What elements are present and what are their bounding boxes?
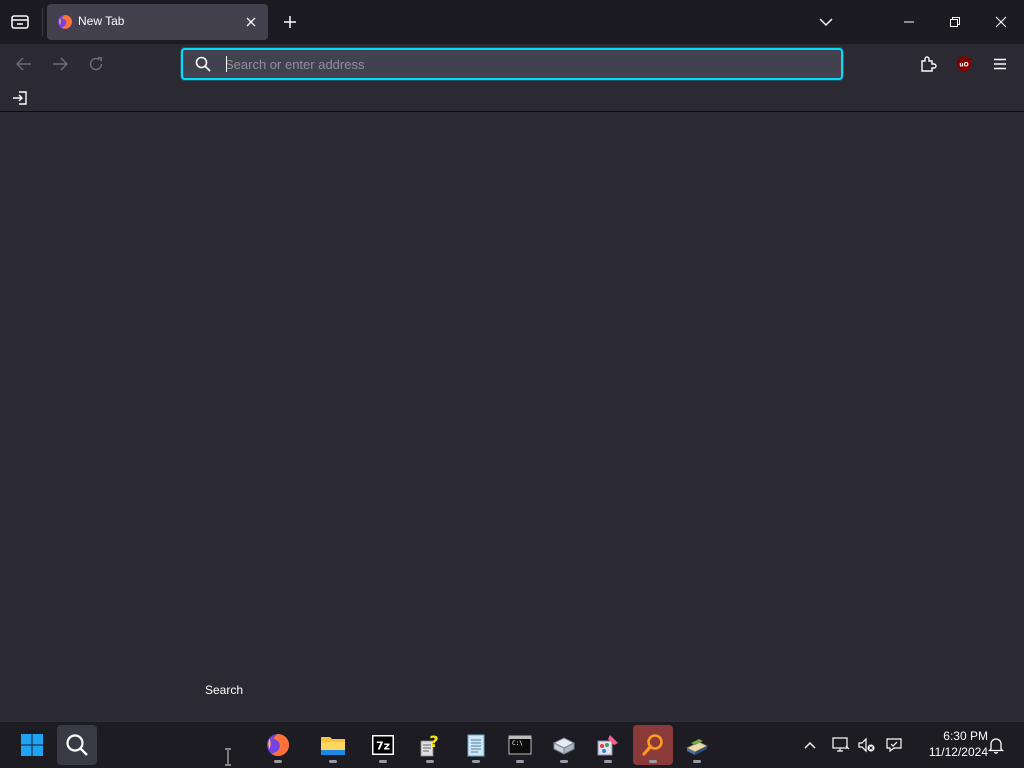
reload-button[interactable]	[84, 52, 108, 76]
ublock-origin-button[interactable]: uO	[952, 52, 976, 76]
taskbar-books[interactable]	[677, 725, 717, 765]
search-app-icon	[642, 734, 663, 756]
taskbar-paint[interactable]	[588, 725, 628, 765]
puzzle-piece-icon	[921, 56, 937, 72]
notepad-icon	[467, 734, 485, 757]
mouse-text-cursor-icon	[225, 748, 231, 766]
taskbar-notepad[interactable]	[456, 725, 496, 765]
taskbar-terminal[interactable]: C:\	[500, 725, 540, 765]
taskbar-search-button[interactable]	[57, 725, 97, 765]
tab-title: New Tab	[78, 14, 125, 28]
app-menu-button[interactable]	[988, 52, 1012, 76]
svg-text:C:\: C:\	[512, 740, 523, 747]
search-icon	[66, 734, 88, 756]
chevron-down-icon	[819, 18, 833, 27]
paint-icon	[597, 735, 618, 756]
page-content	[0, 113, 1024, 721]
chevron-up-icon	[804, 742, 816, 749]
running-indicator	[274, 760, 282, 763]
firefox-view-button[interactable]	[8, 10, 32, 34]
security-icon	[886, 738, 902, 753]
back-button[interactable]	[12, 52, 36, 76]
running-indicator	[649, 760, 657, 763]
file-explorer-icon	[321, 737, 345, 755]
bell-icon	[988, 738, 1004, 754]
taskbar-firefox[interactable]	[258, 725, 298, 765]
url-bar[interactable]	[181, 48, 843, 80]
forward-button[interactable]	[48, 52, 72, 76]
running-indicator	[516, 760, 524, 763]
restore-button[interactable]	[932, 0, 978, 44]
tab-separator	[42, 8, 43, 36]
network-button[interactable]	[830, 734, 852, 756]
firefox-icon	[267, 734, 289, 757]
show-hidden-icons-button[interactable]	[799, 734, 821, 756]
running-indicator	[693, 760, 701, 763]
new-tab-button[interactable]	[278, 10, 302, 34]
plus-icon	[284, 16, 296, 28]
7zip-icon: 7z	[372, 735, 394, 755]
notifications-button[interactable]	[985, 734, 1007, 756]
running-indicator	[379, 760, 387, 763]
svg-text:?: ?	[429, 733, 438, 751]
taskbar: 7z ? C:\ 6:30 PM 11/12/2024	[0, 721, 1024, 768]
running-indicator	[329, 760, 337, 763]
help-icon: ?	[420, 733, 439, 757]
arrow-right-icon	[53, 57, 68, 71]
extensions-button[interactable]	[916, 52, 940, 76]
close-icon	[995, 16, 1007, 28]
books-icon	[686, 739, 708, 755]
hamburger-menu-icon	[994, 58, 1006, 70]
windows-start-icon	[21, 734, 43, 756]
system-clock[interactable]: 6:30 PM 11/12/2024	[912, 728, 988, 760]
close-window-button[interactable]	[978, 0, 1024, 44]
close-icon	[246, 17, 256, 27]
taskbar-file-explorer[interactable]	[313, 725, 353, 765]
clock-time: 6:30 PM	[943, 729, 988, 743]
import-bookmarks-button[interactable]	[10, 88, 30, 108]
taskbar-7zip[interactable]: 7z	[363, 725, 403, 765]
list-all-tabs-button[interactable]	[814, 10, 838, 34]
tab-strip: New Tab	[0, 0, 1024, 44]
terminal-icon: C:\	[508, 735, 532, 755]
reload-icon	[89, 56, 103, 71]
volume-button[interactable]	[856, 734, 878, 756]
navigation-toolbar: uO	[0, 44, 1024, 84]
sign-in-icon	[13, 91, 27, 105]
tab-new-tab[interactable]: New Tab	[47, 4, 268, 40]
svg-text:7z: 7z	[376, 740, 390, 753]
search-icon	[195, 56, 211, 72]
firefox-favicon-icon	[58, 15, 72, 29]
taskbar-help[interactable]: ?	[410, 725, 450, 765]
start-button[interactable]	[12, 725, 52, 765]
app-icon	[552, 737, 576, 755]
address-input[interactable]	[225, 53, 825, 75]
ublock-origin-icon: uO	[957, 56, 971, 72]
clock-date: 11/12/2024	[928, 745, 988, 759]
restore-icon	[950, 17, 960, 27]
svg-text:uO: uO	[959, 62, 968, 69]
network-icon	[832, 737, 850, 752]
tab-close-button[interactable]	[242, 13, 260, 31]
minimize-icon	[904, 21, 914, 23]
running-indicator	[604, 760, 612, 763]
running-indicator	[560, 760, 568, 763]
taskbar-app[interactable]	[544, 725, 584, 765]
bookmarks-toolbar	[0, 84, 1024, 112]
running-indicator	[472, 760, 480, 763]
firefox-view-icon	[11, 15, 29, 29]
running-indicator	[426, 760, 434, 763]
volume-muted-icon	[858, 737, 875, 753]
minimize-button[interactable]	[886, 0, 932, 44]
defender-button[interactable]	[883, 734, 905, 756]
arrow-left-icon	[16, 57, 31, 71]
taskbar-search-app[interactable]	[633, 725, 673, 765]
text-caret	[226, 56, 227, 72]
search-tooltip: Search	[205, 683, 244, 697]
